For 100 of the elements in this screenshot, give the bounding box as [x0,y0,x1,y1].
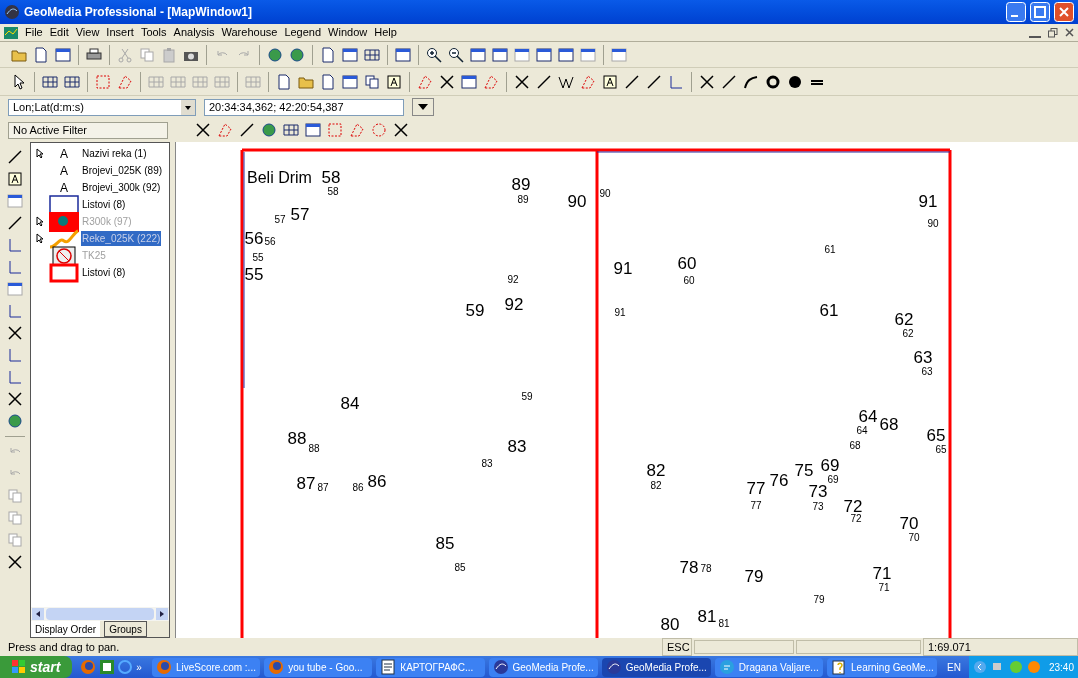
cross-icon[interactable] [7,325,23,341]
dashed-polygon-icon[interactable] [483,73,499,90]
zoom-out-icon[interactable] [448,46,464,63]
line-icon[interactable] [721,73,737,90]
legend-tab[interactable]: Groups [104,621,147,637]
dashed-polygon-icon[interactable] [349,122,365,138]
layer-entry[interactable]: Nazivi reka (1) [81,146,148,161]
text-frame-icon[interactable] [602,73,618,90]
window-icon[interactable] [342,46,358,63]
window-icon[interactable] [342,73,358,90]
layer-entry[interactable]: Brojevi_025K (89) [81,163,164,178]
dashed-circle-icon[interactable] [371,122,387,138]
window-icon[interactable] [7,193,23,209]
dot-icon[interactable] [787,73,803,90]
maximize-icon[interactable] [1030,2,1050,22]
taskbar-button[interactable]: GeoMedia Profe... [488,657,598,677]
ring-icon[interactable] [765,73,781,90]
taskbar-button[interactable]: you tube - Goo... [264,657,373,677]
printer-icon[interactable] [86,46,102,63]
menu-item[interactable]: Window [328,24,368,41]
angle-icon[interactable] [7,237,23,253]
minimize-icon[interactable] [1006,2,1026,22]
taskbar-button[interactable]: Learning GeoMe... [827,657,938,677]
window-icon[interactable] [470,46,486,63]
zoom-in-icon[interactable] [426,46,442,63]
restore-icon[interactable] [1048,27,1058,38]
cross-icon[interactable] [195,122,211,138]
coordinate-system-dropdown[interactable]: Lon;Lat(d:m:s) [8,98,196,116]
dashed-polygon-icon[interactable] [417,73,433,90]
line-icon[interactable] [239,122,255,138]
filter-field[interactable]: No Active Filter [8,121,168,139]
document-icon[interactable] [276,73,292,90]
curve-icon[interactable] [743,73,759,90]
clipboard-icon[interactable] [161,46,177,63]
line-icon[interactable] [646,73,662,90]
window-icon[interactable] [7,281,23,297]
menu-item[interactable]: Warehouse [221,24,278,41]
menu-item[interactable]: Analysis [173,24,215,41]
document-icon[interactable] [320,46,336,63]
scroll-left-icon[interactable] [32,608,44,620]
line-icon[interactable] [7,215,23,231]
cross-icon[interactable] [393,122,409,138]
map-window-icon[interactable] [4,26,18,39]
menu-item[interactable]: Legend [284,24,322,41]
text-frame-icon[interactable] [7,171,23,187]
taskbar-button[interactable]: LiveScore.com :... [151,657,261,677]
close-icon[interactable] [1065,28,1074,37]
window-icon[interactable] [305,122,321,138]
grid-icon[interactable] [283,122,299,138]
cross-icon[interactable] [699,73,715,90]
copy-icon[interactable] [364,73,380,90]
document-icon[interactable] [33,46,49,63]
taskbar-button[interactable]: Dragana Valjare... [714,657,824,677]
line-icon[interactable] [7,149,23,165]
window-icon[interactable] [580,46,596,63]
dashed-polygon-icon[interactable] [217,122,233,138]
menu-item[interactable]: Tools [140,24,167,41]
window-icon[interactable] [461,73,477,90]
angle-icon[interactable] [7,369,23,385]
grid-icon[interactable] [42,73,58,90]
angle-icon[interactable] [7,347,23,363]
window-icon[interactable] [558,46,574,63]
layer-entry[interactable]: Listovi (8) [81,197,127,212]
menu-item[interactable]: File [25,24,43,41]
document-icon[interactable] [320,73,336,90]
pointer-icon[interactable] [11,73,27,90]
cross-icon[interactable] [7,554,23,570]
cross-icon[interactable] [7,391,23,407]
menu-item[interactable]: Edit [49,24,69,41]
scroll-right-icon[interactable] [156,608,168,620]
window-icon[interactable] [514,46,530,63]
layer-entry[interactable]: Brojevi_300k (92) [81,180,162,195]
grid-icon[interactable] [364,46,380,63]
dashed-polygon-icon[interactable] [117,73,133,90]
window-icon[interactable] [536,46,552,63]
layer-entry[interactable]: Listovi (8) [81,265,127,280]
cross-icon[interactable] [439,73,455,90]
line-icon[interactable] [536,73,552,90]
menu-item[interactable]: Help [374,24,397,41]
grid-icon[interactable] [64,73,80,90]
cross-icon[interactable] [514,73,530,90]
window-icon[interactable] [492,46,508,63]
text-frame-icon[interactable] [386,73,402,90]
taskbar-button[interactable]: КАРТОГРАФС... [376,657,485,677]
horizontal-scrollbar[interactable] [31,607,169,621]
angle-icon[interactable] [668,73,684,90]
taskbar-button[interactable]: GeoMedia Profe... [601,657,711,677]
line-icon[interactable] [624,73,640,90]
minimize-icon[interactable] [1029,35,1041,38]
menu-item[interactable]: View [75,24,100,41]
angle-icon[interactable] [7,259,23,275]
angle-icon[interactable] [7,303,23,319]
window-icon[interactable] [611,46,627,63]
layer-entry[interactable]: Reke_025K (222) [81,231,162,246]
more-icons-button[interactable]: » [136,659,142,675]
language-indicator[interactable]: EN [939,659,969,675]
legend-tab[interactable]: Display Order [31,621,101,637]
coordinate-field[interactable]: 20:34:34,362; 42:20:54,387 [204,98,404,116]
window-icon[interactable] [395,46,411,63]
menu-item[interactable]: Insert [106,24,134,41]
